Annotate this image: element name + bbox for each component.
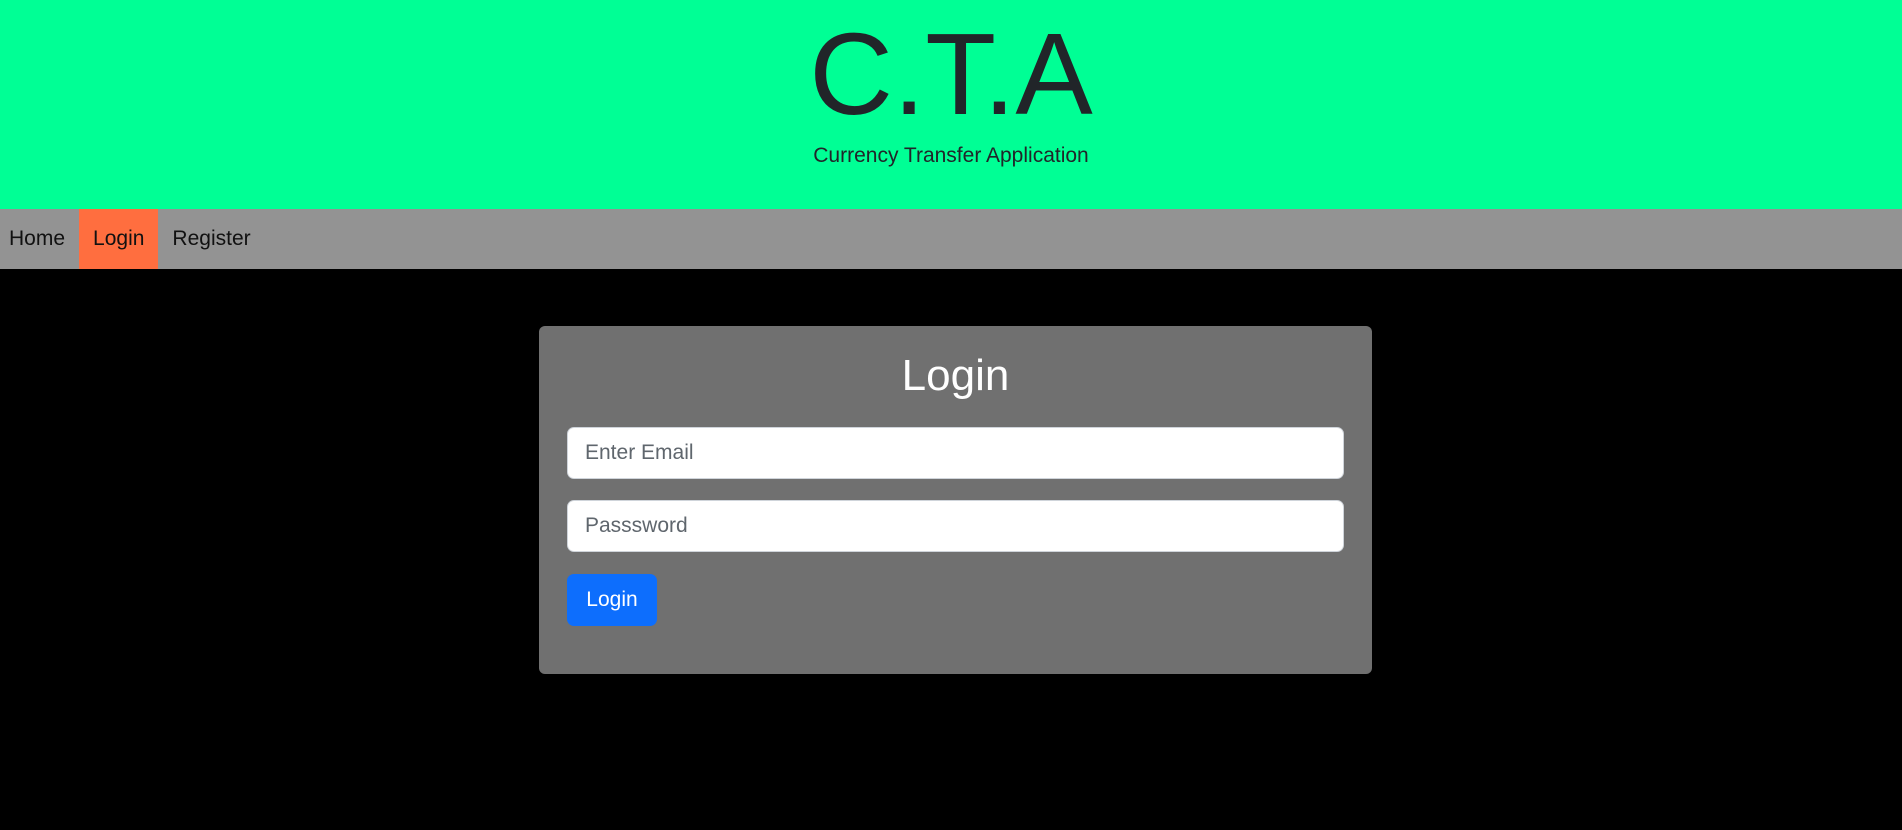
- email-field[interactable]: [567, 427, 1344, 479]
- nav-bar: Home Login Register: [0, 209, 1902, 269]
- nav-item-register[interactable]: Register: [158, 209, 259, 269]
- password-field[interactable]: [567, 500, 1344, 552]
- login-form-title: Login: [901, 351, 1010, 400]
- nav-item-login[interactable]: Login: [79, 209, 159, 269]
- brand-subtitle: Currency Transfer Application: [813, 144, 1089, 167]
- nav-item-home[interactable]: Home: [0, 209, 79, 269]
- site-header: C.T.A Currency Transfer Application: [0, 0, 1902, 209]
- login-button[interactable]: Login: [567, 574, 657, 626]
- login-card: Login Login: [539, 326, 1372, 674]
- brand-title: C.T.A: [809, 9, 1093, 139]
